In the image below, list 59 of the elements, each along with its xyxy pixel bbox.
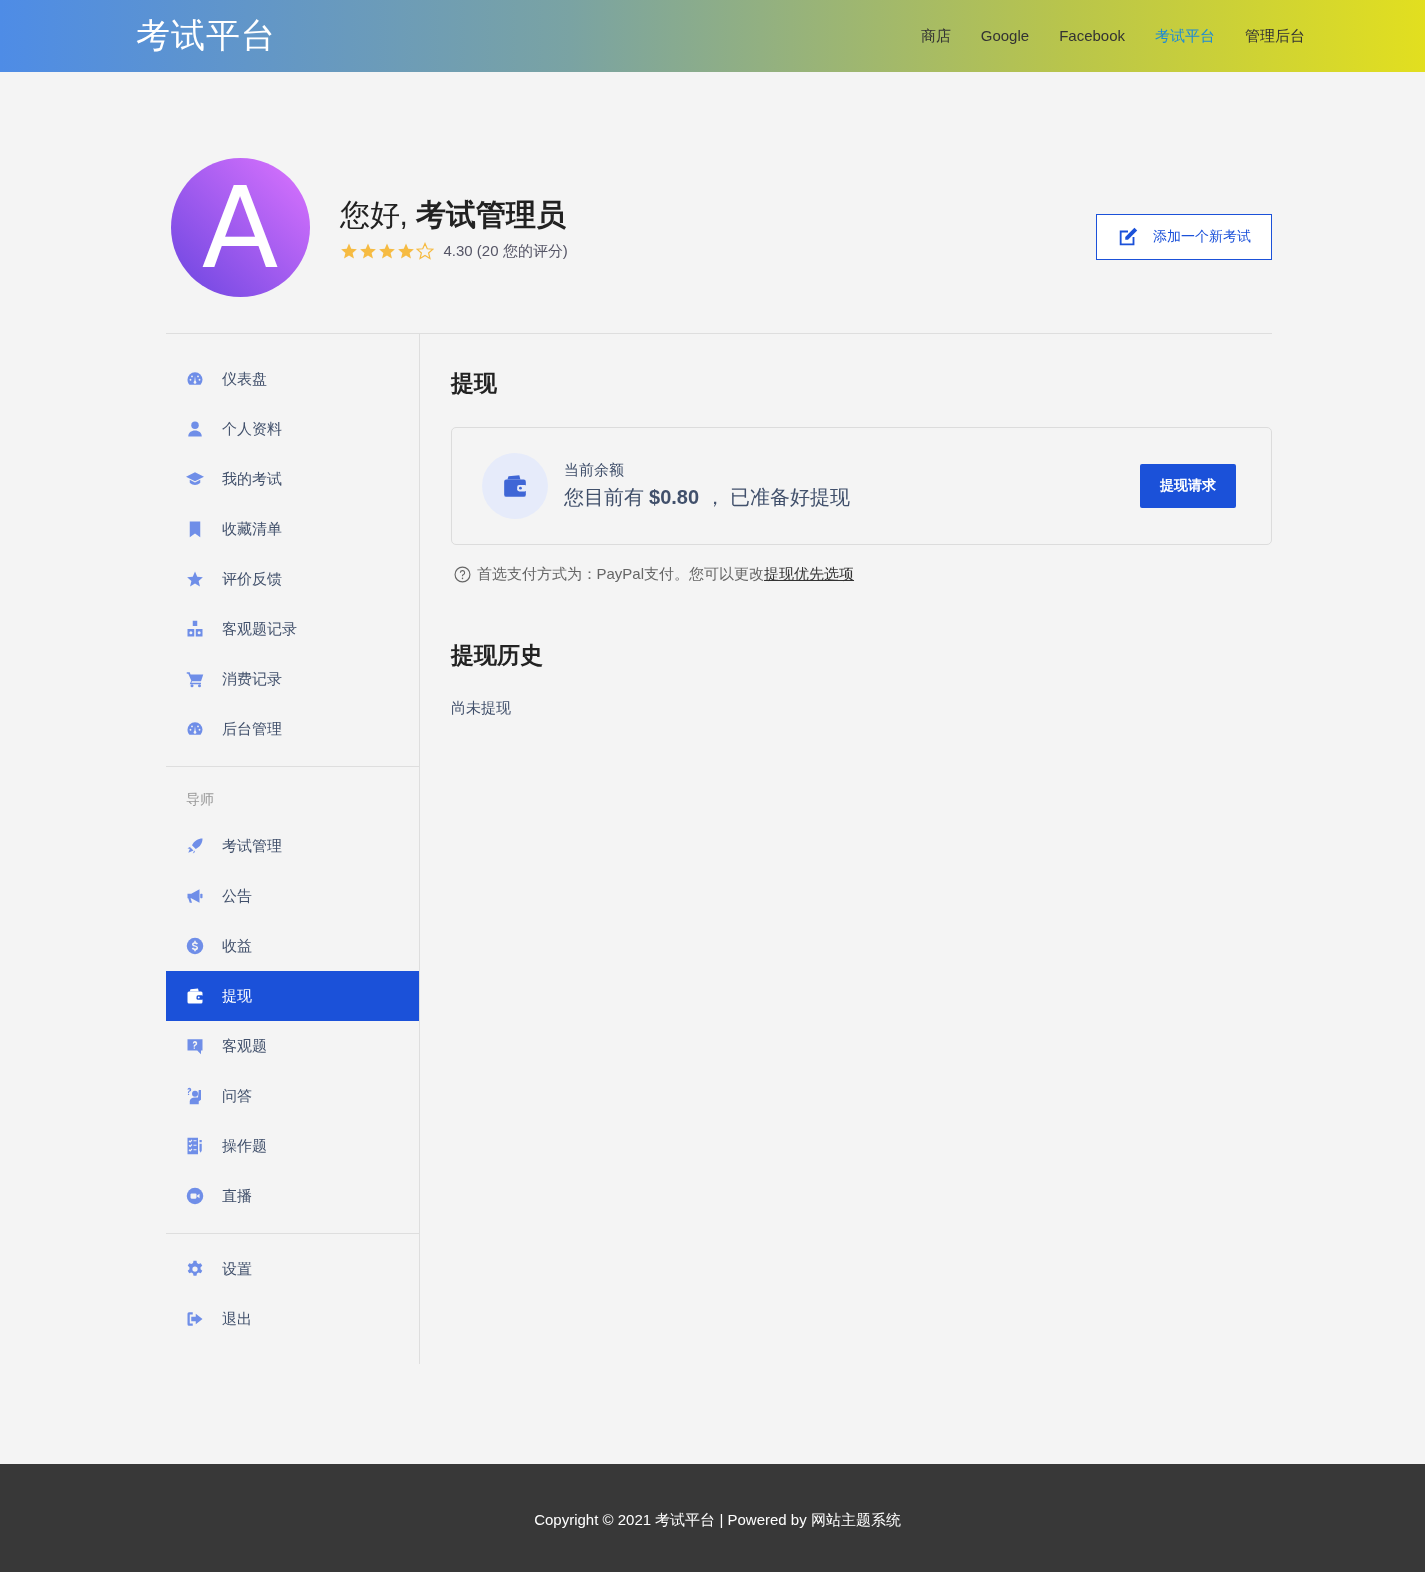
nav-link[interactable]: Facebook xyxy=(1059,26,1125,46)
sidebar-item[interactable]: 客观题 xyxy=(165,1021,419,1071)
sidebar-item[interactable]: 评价反馈 xyxy=(165,554,419,604)
sidebar-item[interactable]: 客观题记录 xyxy=(165,604,419,654)
logout-icon xyxy=(185,1310,204,1328)
star-icon xyxy=(358,242,377,260)
sidebar-item[interactable]: 提现 xyxy=(165,971,419,1021)
sidebar-item[interactable]: 消费记录 xyxy=(165,654,419,704)
copyright-text: Copyright © 2021 考试平台 | Powered by 网站主题系统 xyxy=(534,1510,901,1530)
balance-text: 您目前有 $0.80 ， 已准备好提现 xyxy=(563,485,852,510)
empty-message: 尚未提现 xyxy=(450,699,512,718)
settings-icon xyxy=(185,1260,204,1278)
rocket-icon xyxy=(185,837,204,855)
withdraw-request-button[interactable]: 提现请求 xyxy=(1139,464,1236,508)
greeting-heading: 您好, 考试管理员 xyxy=(339,196,568,233)
dollar-badge-icon xyxy=(185,937,204,955)
gauge-icon xyxy=(185,720,204,738)
sidebar-item[interactable]: 后台管理 xyxy=(165,704,419,754)
sidebar-item[interactable]: 问答 xyxy=(165,1071,419,1121)
star-icon xyxy=(377,242,396,260)
sidebar-item[interactable]: 退出 xyxy=(165,1294,419,1344)
nav-link[interactable]: 管理后台 xyxy=(1245,26,1305,46)
section-title: 提现历史 xyxy=(450,641,544,670)
sidebar-item[interactable]: 设置 xyxy=(165,1244,419,1294)
page-title: 提现 xyxy=(450,369,498,398)
user-icon xyxy=(185,420,204,438)
checklist-icon xyxy=(185,1137,204,1155)
rating-text: 4.30 (20 您的评分) xyxy=(443,241,568,261)
graduation-cap-icon xyxy=(185,470,204,488)
sidebar-item[interactable]: 收益 xyxy=(165,921,419,971)
balance-label: 当前余额 xyxy=(563,461,625,480)
sidebar-item[interactable]: 收藏清单 xyxy=(165,504,419,554)
sidebar-item[interactable]: 我的考试 xyxy=(165,454,419,504)
payment-note: 首选支付方式为：PayPal支付。您可以更改提现优先选项 xyxy=(476,565,855,584)
sidebar-item[interactable]: 仪表盘 xyxy=(165,354,419,404)
star-icon xyxy=(339,242,358,260)
sidebar-item[interactable]: 公告 xyxy=(165,871,419,921)
megaphone-icon xyxy=(185,887,204,905)
section-heading: 导师 xyxy=(184,790,215,809)
add-exam-button[interactable]: 添加一个新考试 xyxy=(1095,213,1272,260)
nav-link[interactable]: 商店 xyxy=(920,26,951,46)
avatar: A xyxy=(170,158,310,297)
sidebar-item[interactable]: 考试管理 xyxy=(165,821,419,871)
nav-link[interactable]: Google xyxy=(980,26,1030,46)
cart-icon xyxy=(185,670,204,688)
video-camera-icon xyxy=(185,1187,204,1205)
sidebar-item[interactable]: 直播 xyxy=(165,1171,419,1221)
star-icon xyxy=(396,242,415,260)
sidebar-item[interactable]: 操作题 xyxy=(165,1121,419,1171)
star-icon xyxy=(185,570,204,588)
sidebar-item[interactable]: 个人资料 xyxy=(165,404,419,454)
wallet-icon xyxy=(185,987,204,1005)
gauge-icon xyxy=(185,370,204,388)
help-icon xyxy=(453,566,471,583)
question-bubble-icon xyxy=(185,1037,204,1055)
wallet-icon xyxy=(501,473,528,499)
withdraw-preferences-link[interactable]: 提现优先选项 xyxy=(764,565,855,582)
shapes-icon xyxy=(185,620,204,638)
raised-hand-icon xyxy=(185,1087,204,1105)
